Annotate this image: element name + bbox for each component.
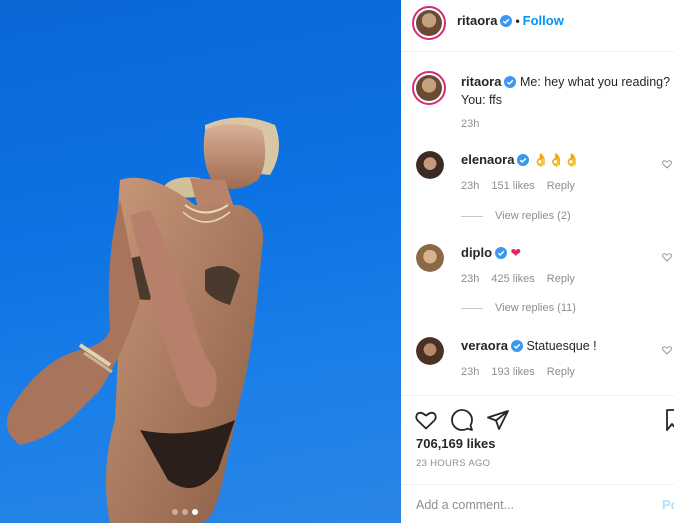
- comment-text-block: diplo ❤: [461, 244, 671, 262]
- comment-time[interactable]: 23h: [461, 180, 479, 192]
- comment-username[interactable]: diplo: [461, 245, 492, 260]
- view-replies-label[interactable]: View replies (11): [495, 302, 576, 314]
- comment-text-block: veraora Statuesque !: [461, 337, 671, 355]
- view-replies[interactable]: View replies (2): [461, 210, 571, 222]
- comment-username[interactable]: veraora: [461, 338, 508, 353]
- comment-text-block: elenaora 👌👌👌: [461, 151, 671, 169]
- post-actions: 706,169 likes 23 HOURS AGO: [401, 395, 674, 477]
- replies-line: [461, 307, 483, 309]
- comment-time[interactable]: 23h: [461, 366, 479, 378]
- post-header: ritaora • Follow: [401, 0, 674, 52]
- follow-button[interactable]: Follow: [523, 13, 564, 28]
- caption: ritaora Me: hey what you reading? You: f…: [412, 71, 674, 141]
- comment-meta: 23h 151 likes Reply: [461, 180, 575, 192]
- comment-like-heart-icon[interactable]: [662, 345, 672, 355]
- comment-time[interactable]: 23h: [461, 273, 479, 285]
- verified-badge-icon: [517, 154, 530, 166]
- author-avatar[interactable]: [412, 6, 446, 40]
- caption-text-block: ritaora Me: hey what you reading? You: f…: [461, 73, 671, 109]
- view-replies[interactable]: View replies (11): [461, 302, 576, 314]
- comment-text: 👌👌👌: [532, 153, 580, 167]
- comment-reply-button[interactable]: Reply: [547, 273, 575, 285]
- comment-reply-button[interactable]: Reply: [547, 180, 575, 192]
- header-separator: •: [515, 13, 520, 28]
- comment-meta: 23h 193 likes Reply: [461, 366, 575, 378]
- verified-badge-icon: [495, 247, 508, 259]
- post-panel: ritaora • Follow ritaora Me: hey what yo…: [401, 0, 674, 523]
- caption-avatar[interactable]: [412, 71, 446, 105]
- carousel-dots[interactable]: [172, 509, 198, 515]
- likes-count[interactable]: 706,169 likes: [416, 436, 496, 451]
- post-time[interactable]: 23 HOURS AGO: [416, 458, 490, 469]
- post-photo[interactable]: [0, 0, 401, 523]
- share-paper-plane-icon[interactable]: [486, 408, 510, 432]
- add-comment-input[interactable]: [416, 495, 646, 515]
- commenter-avatar[interactable]: [416, 337, 444, 365]
- commenter-avatar[interactable]: [416, 244, 444, 272]
- carousel-dot-active[interactable]: [192, 509, 198, 515]
- comment-bubble-icon[interactable]: [450, 408, 474, 432]
- comment-item: veraora Statuesque ! 23h 193 likes Reply: [416, 335, 674, 395]
- comment-meta: 23h 425 likes Reply: [461, 273, 575, 285]
- comment-likes[interactable]: 193 likes: [491, 366, 534, 378]
- comments-list[interactable]: ritaora Me: hey what you reading? You: f…: [401, 53, 674, 395]
- comment-text: ❤: [510, 246, 522, 260]
- like-heart-icon[interactable]: [414, 408, 438, 432]
- view-replies-label[interactable]: View replies (2): [495, 210, 571, 222]
- verified-badge-icon: [510, 340, 523, 352]
- carousel-dot[interactable]: [182, 509, 188, 515]
- comment-username[interactable]: elenaora: [461, 152, 514, 167]
- comment-reply-button[interactable]: Reply: [547, 366, 575, 378]
- commenter-avatar[interactable]: [416, 151, 444, 179]
- comment-like-heart-icon[interactable]: [662, 159, 672, 169]
- post-comment-button[interactable]: Post: [662, 497, 674, 512]
- verified-badge-icon: [504, 76, 517, 88]
- verified-badge-icon: [500, 14, 513, 27]
- save-bookmark-icon[interactable]: [665, 408, 674, 432]
- comment-like-heart-icon[interactable]: [662, 252, 672, 262]
- replies-line: [461, 215, 483, 217]
- caption-meta: 23h: [461, 118, 479, 130]
- comment-likes[interactable]: 425 likes: [491, 273, 534, 285]
- comment-text: Statuesque !: [526, 339, 597, 353]
- photo-figure: [6, 117, 279, 523]
- comment-likes[interactable]: 151 likes: [491, 180, 534, 192]
- author-username[interactable]: ritaora: [457, 13, 497, 28]
- caption-time[interactable]: 23h: [461, 118, 479, 130]
- carousel-dot[interactable]: [172, 509, 178, 515]
- add-comment-bar: Post: [401, 484, 674, 523]
- caption-username[interactable]: ritaora: [461, 74, 501, 89]
